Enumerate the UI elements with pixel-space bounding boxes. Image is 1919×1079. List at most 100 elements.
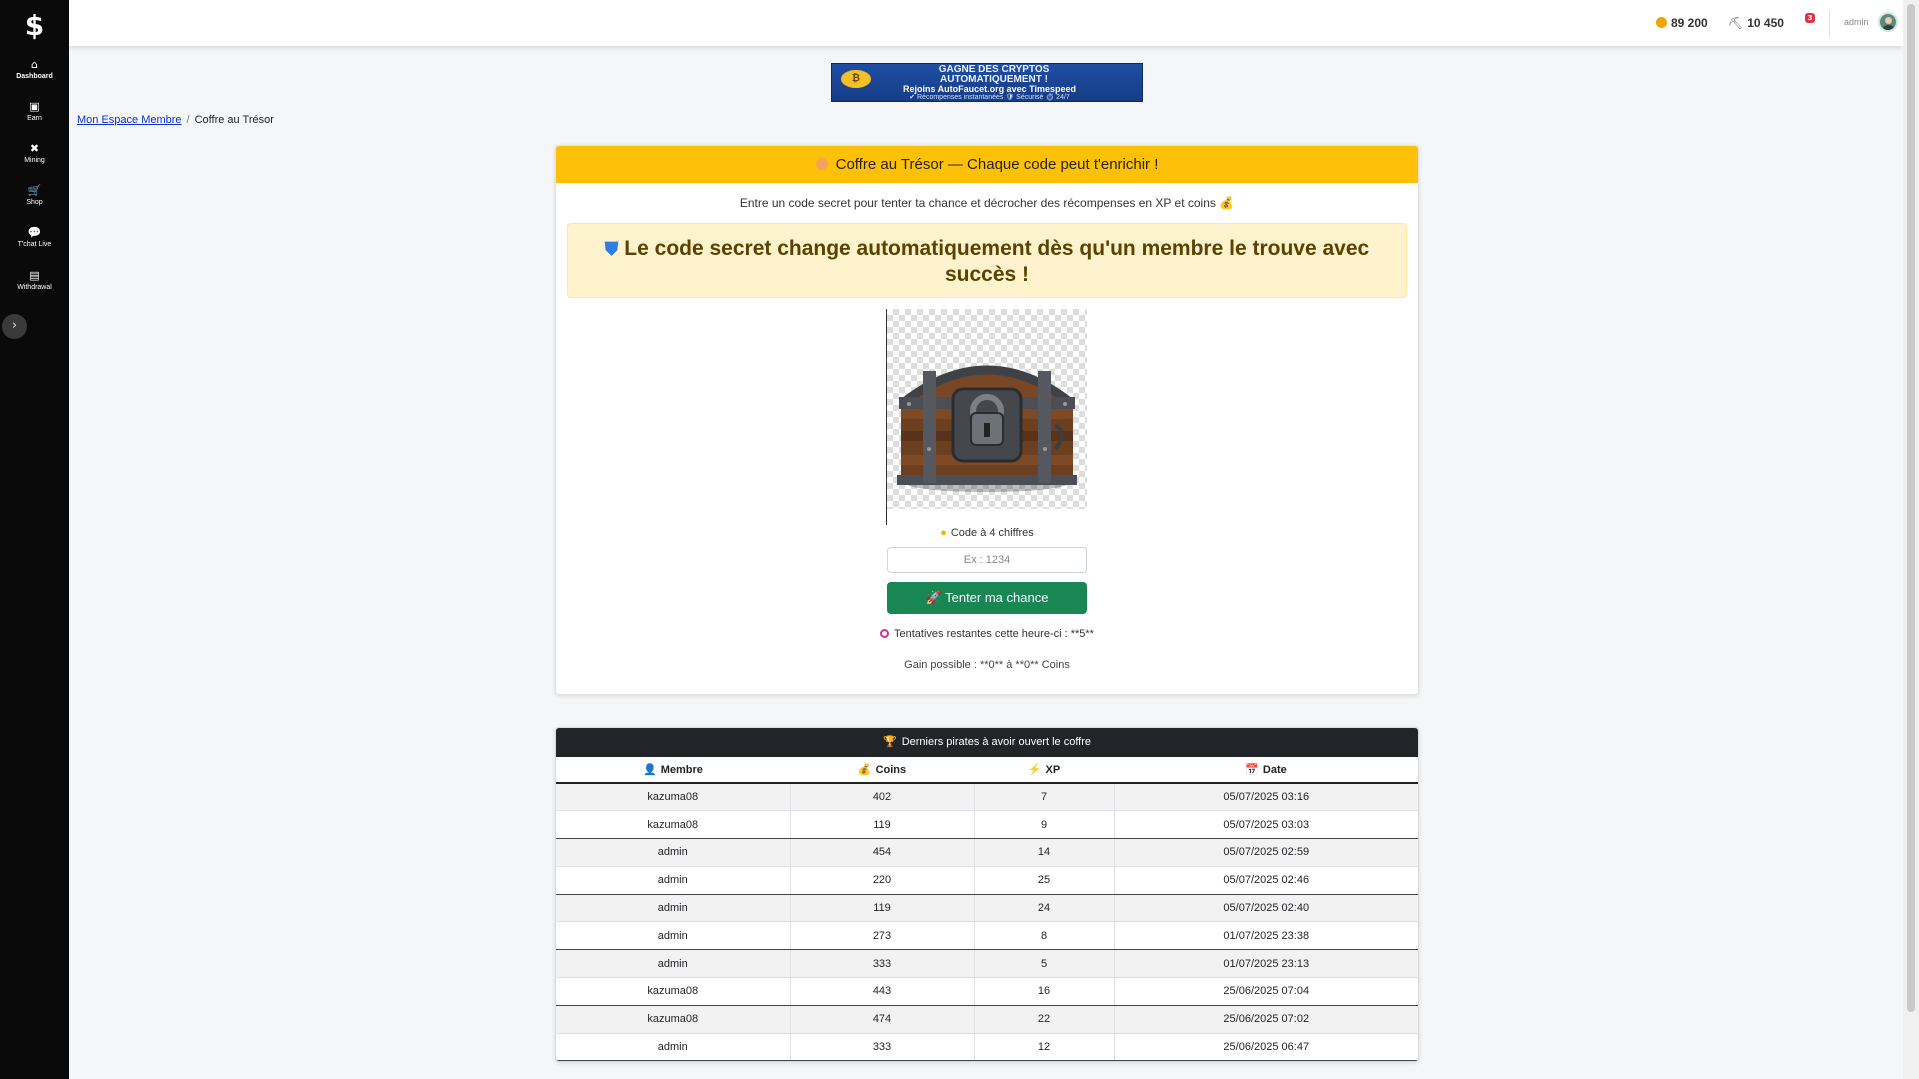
cell-member: admin [556,1032,791,1061]
table-row: admin 333 12 25/06/2025 06:47 [556,1032,1418,1061]
cell-coins: 333 [790,949,975,978]
cell-xp: 7 [974,782,1115,811]
ad-banner[interactable]: ₿ GAGNE DES CRYPTOS AUTOMATIQUEMENT ! Rej… [831,63,1143,102]
column-header-coins[interactable]: 💰 Coins [790,757,974,784]
notifications-button[interactable]: 3 [1803,13,1816,26]
cell-xp: 8 [974,921,1115,951]
table-row: admin 220 25 05/07/2025 02:46 [556,865,1418,895]
cell-member: kazuma08 [556,977,791,1006]
mining-balance[interactable]: ⛏ 10 450 [1728,16,1784,30]
username[interactable]: admin [1844,17,1869,27]
cell-xp: 25 [974,865,1115,895]
cell-coins: 273 [790,921,975,951]
cell-date: 25/06/2025 07:04 [1114,977,1418,1006]
calendar-icon: 📅 [1245,764,1259,776]
cell-coins: 402 [790,782,975,811]
sidebar-toggle-button[interactable]: › [2,314,27,339]
page-scrollbar[interactable] [1903,0,1919,1079]
cell-coins: 454 [790,838,975,867]
coin-icon [1656,17,1667,28]
coin-balance-value: 89 200 [1671,16,1708,30]
breadcrumb: Mon Espace Membre / Coffre au Trésor [77,114,274,126]
coin-balance[interactable]: 89 200 [1656,16,1708,30]
logo[interactable]: $ [0,9,69,42]
cell-date: 05/07/2025 03:03 [1114,810,1418,840]
possible-gain: Gain possible : **0** à **0** Coins [904,659,1070,671]
mining-balance-value: 10 450 [1747,16,1784,30]
table-row: admin 119 24 05/07/2025 02:40 [556,893,1418,922]
page-title: Coffre au Trésor — Chaque code peut t'en… [835,156,1159,173]
cell-date: 01/07/2025 23:13 [1114,949,1418,978]
treasure-icon [815,158,828,170]
sidebar-item-label: Shop [26,199,43,206]
sidebar-item-withdrawal[interactable]: ▤ Withdrawal [0,269,69,291]
sidebar: $ ⌂ Dashboard ▣ Earn ✖ Mining 🛒 Shop 💬 T… [0,0,69,1079]
table-row: admin 273 8 01/07/2025 23:38 [556,921,1418,951]
cart-icon: 🛒 [27,184,42,197]
cell-coins: 119 [790,893,975,922]
alert-text: Le code secret change automatiquement dè… [624,237,1370,286]
cell-date: 05/07/2025 02:59 [1114,838,1418,867]
table-row: kazuma08 119 9 05/07/2025 03:03 [556,810,1418,840]
lightning-icon: ⚡ [1027,764,1042,776]
intro-text: Entre un code secret pour tenter ta chan… [739,196,1235,210]
sidebar-item-dashboard[interactable]: ⌂ Dashboard [0,58,69,80]
cell-coins: 220 [790,865,975,895]
cell-member: admin [556,865,791,895]
try-luck-button[interactable]: 🚀 Tenter ma chance [887,582,1087,614]
breadcrumb-current: Coffre au Trésor [194,114,274,126]
sidebar-item-mining[interactable]: ✖ Mining [0,142,69,164]
breadcrumb-separator: / [186,114,190,126]
lightbulb-icon: ● [940,527,947,539]
attempts-remaining: Tentatives restantes cette heure-ci : **… [556,628,1418,640]
breadcrumb-home-link[interactable]: Mon Espace Membre [77,114,182,126]
chat-icon: 💬 [27,226,42,239]
earn-icon: ▣ [29,100,40,113]
sidebar-item-label: T'chat Live [17,241,52,248]
cell-xp: 5 [974,949,1115,978]
cell-coins: 443 [790,977,975,1006]
info-alert: ⛊ Le code secret change automatiquement d… [567,223,1407,298]
cell-date: 25/06/2025 07:02 [1114,1004,1418,1034]
dashboard-icon: ⌂ [31,58,38,71]
cell-date: 01/07/2025 23:38 [1114,921,1418,951]
table-row: kazuma08 402 7 05/07/2025 03:16 [556,782,1418,811]
cell-xp: 12 [974,1032,1115,1061]
cell-member: admin [556,949,791,978]
cell-coins: 119 [790,810,975,840]
wallet-icon: ▤ [29,269,40,282]
pickaxe-icon: ✖ [29,142,40,155]
table-row: kazuma08 474 22 25/06/2025 07:02 [556,1004,1418,1034]
cell-member: kazuma08 [556,810,791,840]
ad-features: ✔ Récompenses instantanées 🛡 Sécurisé ⏱ … [909,94,1070,101]
scrollbar-thumb[interactable] [1907,4,1915,1012]
column-header-date[interactable]: 📅 Date [1114,757,1418,784]
cell-member: admin [556,893,791,922]
user-icon: 👤 [643,764,657,776]
avatar[interactable] [1878,12,1898,32]
cell-xp: 9 [974,810,1115,840]
table-row: kazuma08 443 16 25/06/2025 07:04 [556,977,1418,1006]
sidebar-item-chat[interactable]: 💬 T'chat Live [0,226,69,248]
treasure-chest-image[interactable] [887,309,1087,509]
target-icon [880,629,890,638]
column-header-xp[interactable]: ⚡ XP [974,757,1114,784]
ad-subline: Rejoins AutoFaucet.org avec Timespeed [902,84,1077,94]
sidebar-item-shop[interactable]: 🛒 Shop [0,184,69,206]
cell-xp: 14 [974,838,1115,867]
secret-code-input[interactable] [887,547,1087,573]
card-header: Coffre au Trésor — Chaque code peut t'en… [556,146,1418,183]
cell-member: kazuma08 [556,1004,791,1034]
sidebar-item-earn[interactable]: ▣ Earn [0,100,69,122]
trophy-icon: 🏆 [882,736,897,748]
cell-coins: 333 [790,1032,975,1061]
money-bag-icon: 💰 [857,764,872,776]
cell-date: 05/07/2025 02:40 [1114,893,1418,922]
cell-xp: 22 [974,1004,1115,1034]
table-title: 🏆 Derniers pirates à avoir ouvert le coff… [556,728,1418,757]
treasure-card: Coffre au Trésor — Chaque code peut t'en… [555,145,1419,695]
cell-date: 05/07/2025 02:46 [1114,865,1418,895]
cell-member: admin [556,838,791,867]
cell-xp: 24 [974,893,1115,922]
column-header-member[interactable]: 👤 Membre [556,757,790,784]
